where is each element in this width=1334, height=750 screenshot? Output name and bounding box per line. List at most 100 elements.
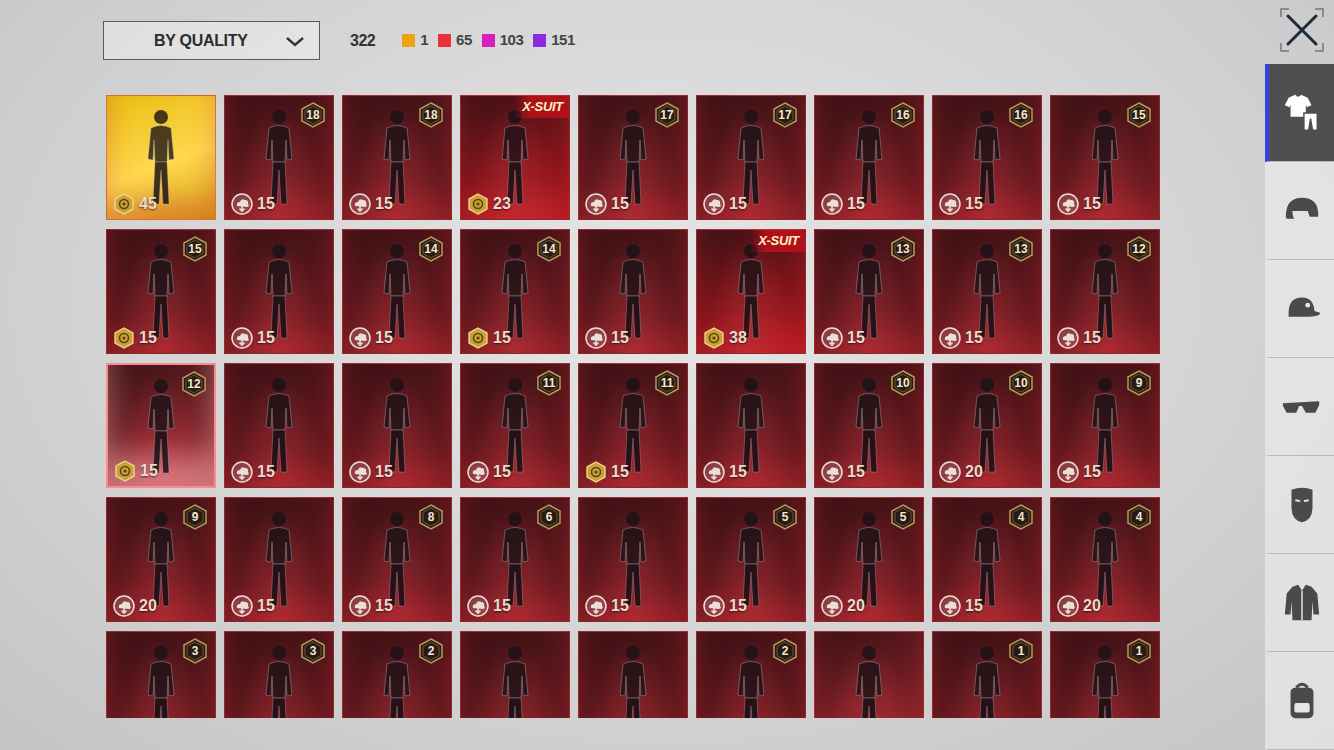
coin-icon (585, 461, 607, 483)
quality-filter-dropdown[interactable]: BY QUALITY (103, 21, 320, 60)
item-tile[interactable]: 1615 (932, 95, 1042, 220)
item-tile[interactable]: 1 (932, 631, 1042, 718)
price: 23 (467, 192, 511, 216)
level-number: 13 (891, 236, 915, 262)
price-value: 20 (1083, 594, 1101, 618)
category-tabs (1265, 64, 1334, 750)
price-value: 23 (493, 192, 511, 216)
item-tile[interactable]: 1 (1050, 631, 1160, 718)
item-tile[interactable]: 920 (106, 497, 216, 622)
item-tile[interactable]: 15 (224, 497, 334, 622)
item-tile[interactable]: 915 (1050, 363, 1160, 488)
item-tile[interactable]: 1415 (342, 229, 452, 354)
price: 15 (703, 192, 747, 216)
coin-icon (113, 327, 135, 349)
price: 38 (703, 326, 747, 350)
category-tab[interactable] (1265, 456, 1334, 554)
level-number: 12 (182, 371, 206, 397)
category-tab[interactable] (1265, 260, 1334, 358)
price: 15 (585, 192, 629, 216)
coin-icon (703, 327, 725, 349)
category-tab[interactable] (1265, 358, 1334, 456)
item-tile[interactable]: 615 (460, 497, 570, 622)
item-tile[interactable]: 1815 (224, 95, 334, 220)
item-tile[interactable]: 15 (696, 363, 806, 488)
price: 15 (467, 326, 511, 350)
item-tile[interactable]: 15 (578, 497, 688, 622)
item-tile[interactable]: 15 (578, 229, 688, 354)
item-tile[interactable]: 815 (342, 497, 452, 622)
legend-swatch (533, 34, 546, 47)
item-tile[interactable]: 415 (932, 497, 1042, 622)
legend-count: 151 (551, 29, 575, 52)
item-tile[interactable]: 2 (342, 631, 452, 718)
price-value: 15 (965, 594, 983, 618)
price: 20 (1057, 594, 1101, 618)
price-value: 15 (847, 192, 865, 216)
item-tile[interactable]: X-SUIT 23 (460, 95, 570, 220)
item-tile[interactable]: 1815 (342, 95, 452, 220)
item-tile[interactable]: 45 (106, 95, 216, 220)
level-badge: 14 (537, 236, 561, 262)
character-figure (727, 640, 775, 718)
price: 15 (703, 594, 747, 618)
item-tile[interactable] (460, 631, 570, 718)
item-tile[interactable]: 420 (1050, 497, 1160, 622)
level-badge: 9 (183, 504, 207, 530)
item-tile[interactable]: 1715 (696, 95, 806, 220)
item-grid-viewport: 4518151815X-SUIT231715171516151615151515… (106, 95, 1166, 718)
level-badge: 3 (301, 638, 325, 664)
price: 15 (349, 192, 393, 216)
item-tile[interactable]: 1115 (460, 363, 570, 488)
item-tile[interactable]: 1020 (932, 363, 1042, 488)
item-tile[interactable] (578, 631, 688, 718)
price-value: 15 (611, 594, 629, 618)
item-tile[interactable]: 14 15 (460, 229, 570, 354)
item-tile[interactable]: 15 (224, 229, 334, 354)
item-tile[interactable]: 1015 (814, 363, 924, 488)
item-tile[interactable]: 2 (696, 631, 806, 718)
xsuit-tag: X-SUIT (514, 96, 569, 118)
item-tile[interactable]: 1115 (578, 363, 688, 488)
item-tile[interactable]: 1215 (106, 363, 216, 488)
category-tab[interactable] (1265, 554, 1334, 652)
close-button[interactable] (1280, 8, 1324, 52)
price: 15 (1057, 326, 1101, 350)
item-tile[interactable]: 12 15 (1050, 229, 1160, 354)
item-tile[interactable]: 515 (696, 497, 806, 622)
item-tile[interactable]: 3 (224, 631, 334, 718)
item-tile[interactable]: 1315 (932, 229, 1042, 354)
level-number: 2 (419, 638, 443, 664)
item-tile[interactable] (814, 631, 924, 718)
item-tile[interactable]: 1515 (106, 229, 216, 354)
item-tile[interactable]: 520 (814, 497, 924, 622)
item-tile[interactable]: 1515 (1050, 95, 1160, 220)
mask-icon (1281, 484, 1323, 526)
level-badge: 13 (891, 236, 915, 262)
level-number: 9 (1127, 370, 1151, 396)
chevron-down-icon (283, 33, 307, 49)
category-tab[interactable] (1265, 652, 1334, 750)
level-badge: 17 (773, 102, 797, 128)
item-tile[interactable]: 15 (224, 363, 334, 488)
price: 15 (821, 192, 865, 216)
price: 15 (231, 594, 275, 618)
item-tile[interactable]: X-SUIT38 (696, 229, 806, 354)
item-tile[interactable]: 1715 (578, 95, 688, 220)
item-tile[interactable]: 15 (342, 363, 452, 488)
item-tile[interactable]: 3 (106, 631, 216, 718)
level-number: 12 (1127, 236, 1151, 262)
level-number: 3 (183, 638, 207, 664)
quality-legend: 165103151 (402, 29, 575, 52)
price: 15 (821, 326, 865, 350)
category-tab[interactable] (1265, 64, 1334, 162)
price: 15 (585, 460, 629, 484)
level-badge: 1 (1009, 638, 1033, 664)
item-tile[interactable]: 1615 (814, 95, 924, 220)
price: 15 (467, 460, 511, 484)
character-figure (137, 640, 185, 718)
legend-item: 103 (482, 29, 524, 52)
upgrade-cloud-icon (821, 461, 843, 483)
item-tile[interactable]: 13 15 (814, 229, 924, 354)
category-tab[interactable] (1265, 162, 1334, 260)
